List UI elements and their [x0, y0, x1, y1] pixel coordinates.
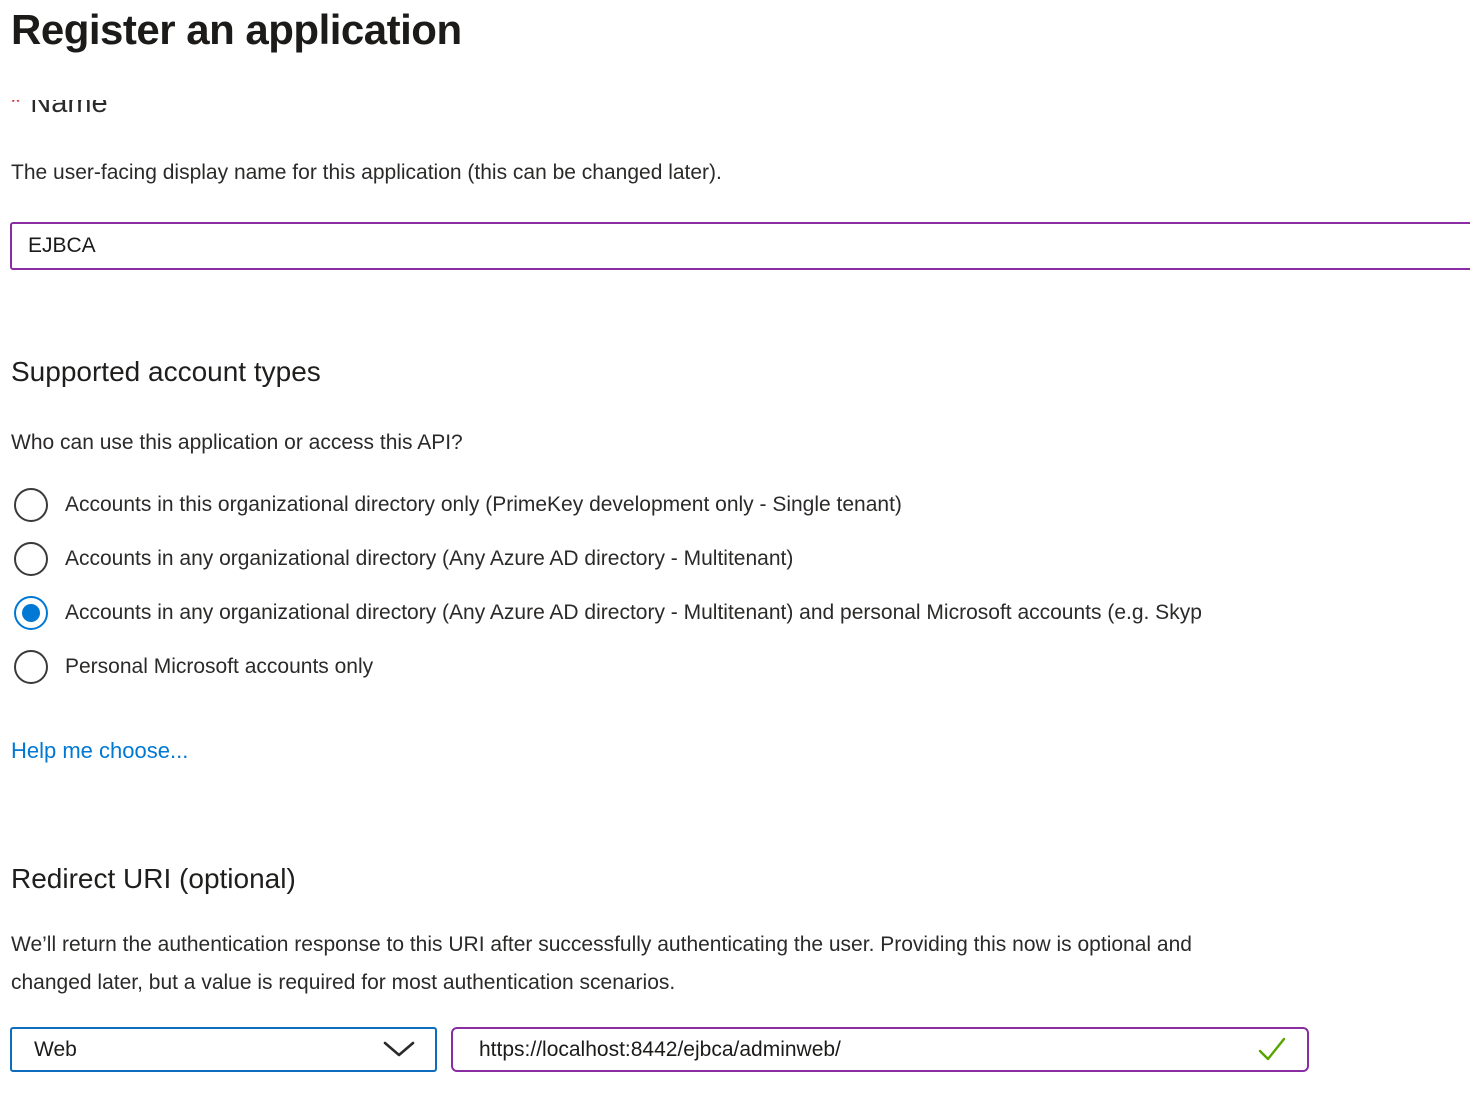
radio-unselected-icon[interactable]: [14, 488, 48, 522]
name-field-label: * Name: [10, 100, 108, 130]
radio-option-personal-only[interactable]: Personal Microsoft accounts only: [14, 650, 373, 684]
redirect-uri-description: We’ll return the authentication response…: [11, 926, 1192, 1002]
redirect-uri-heading: Redirect URI (optional): [11, 863, 296, 895]
help-me-choose-link[interactable]: Help me choose...: [11, 738, 188, 764]
redirect-description-line2: changed later, but a value is required f…: [11, 964, 1192, 1002]
radio-option-label: Personal Microsoft accounts only: [65, 655, 373, 679]
platform-select-dropdown[interactable]: Web: [10, 1027, 437, 1072]
radio-option-label: Accounts in any organizational directory…: [65, 601, 1202, 625]
redirect-uri-field: [451, 1027, 1309, 1072]
name-label-text: Name: [30, 100, 107, 119]
account-types-question: Who can use this application or access t…: [11, 431, 463, 455]
required-asterisk: *: [10, 100, 21, 119]
platform-selected-value: Web: [34, 1038, 77, 1062]
radio-selected-icon[interactable]: [14, 596, 48, 630]
chevron-down-icon: [383, 1041, 415, 1058]
page-title: Register an application: [11, 6, 462, 54]
radio-unselected-icon[interactable]: [14, 650, 48, 684]
supported-account-types-heading: Supported account types: [11, 356, 321, 388]
radio-option-single-tenant[interactable]: Accounts in this organizational director…: [14, 488, 902, 522]
app-name-input[interactable]: [10, 222, 1470, 270]
redirect-description-line1: We’ll return the authentication response…: [11, 926, 1192, 964]
radio-option-label: Accounts in any organizational directory…: [65, 547, 793, 571]
name-field-description: The user-facing display name for this ap…: [11, 161, 722, 185]
radio-unselected-icon[interactable]: [14, 542, 48, 576]
redirect-uri-input[interactable]: [451, 1027, 1309, 1072]
valid-checkmark-icon: [1257, 1036, 1287, 1063]
radio-option-multitenant[interactable]: Accounts in any organizational directory…: [14, 542, 793, 576]
radio-option-label: Accounts in this organizational director…: [65, 493, 902, 517]
radio-option-multitenant-personal[interactable]: Accounts in any organizational directory…: [14, 596, 1202, 630]
